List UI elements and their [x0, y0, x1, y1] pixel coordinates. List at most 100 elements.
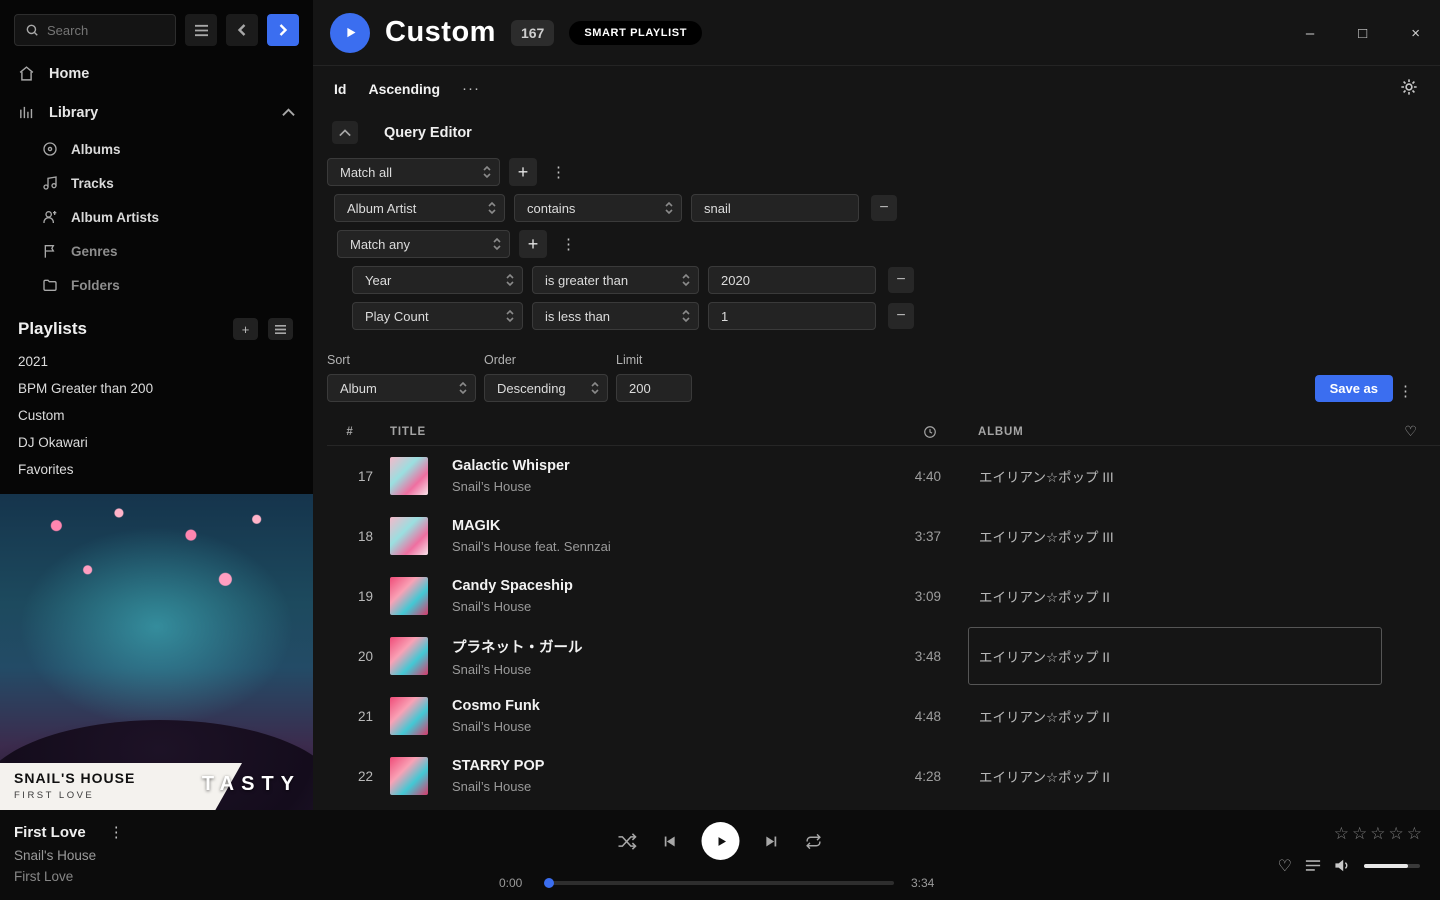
seek-bar[interactable] — [546, 881, 894, 885]
match-all-select[interactable]: Match all — [327, 158, 500, 186]
albums-icon — [42, 141, 58, 157]
next-track-button[interactable] — [764, 833, 781, 850]
playlist-list-button[interactable] — [268, 318, 293, 340]
play-icon — [713, 834, 728, 849]
limit-input[interactable] — [616, 374, 692, 402]
sidebar-item-folders[interactable]: Folders — [0, 268, 313, 302]
now-playing-menu-button[interactable]: ⋮ — [104, 823, 129, 841]
window-controls: – □ × — [1300, 0, 1426, 66]
column-favorite[interactable]: ♡ — [1382, 424, 1440, 440]
sidebar-item-genres[interactable]: Genres — [0, 234, 313, 268]
play-playlist-button[interactable] — [330, 13, 370, 53]
rating-stars[interactable]: ☆☆☆☆☆ — [1334, 824, 1425, 844]
sort-select[interactable]: Album — [327, 374, 476, 402]
sidebar-item-albums[interactable]: Albums — [0, 132, 313, 166]
track-album[interactable]: エイリアン☆ポップ III — [968, 507, 1382, 565]
sidebar-item-library[interactable]: Library — [0, 93, 313, 132]
playlist-item-custom[interactable]: Custom — [0, 402, 313, 429]
settings-gear-icon[interactable] — [1400, 78, 1418, 96]
rule-operator-select[interactable]: contains — [514, 194, 682, 222]
track-album-focused[interactable]: エイリアン☆ポップ II — [968, 627, 1382, 685]
track-row[interactable]: 21 Cosmo Funk Snail’s House 4:48 エイリアン☆ポ… — [327, 686, 1440, 746]
track-artist: Snail’s House — [452, 719, 855, 734]
track-artist: Snail’s House — [452, 599, 855, 614]
volume-slider[interactable] — [1364, 864, 1420, 868]
minimize-button[interactable]: – — [1300, 21, 1320, 46]
now-playing-info: First Love ⋮ Snail's House First Love — [14, 823, 129, 884]
rule-field-select[interactable]: Album Artist — [334, 194, 505, 222]
column-title[interactable]: TITLE — [390, 426, 855, 438]
track-row[interactable]: 17 Galactic Whisper Snail’s House 4:40 エ… — [327, 446, 1440, 506]
sort-field-button[interactable]: Id — [334, 81, 346, 97]
track-album[interactable]: エイリアン☆ポップ II — [968, 567, 1382, 625]
add-rule-button[interactable]: + — [509, 158, 537, 186]
track-row[interactable]: 20 プラネット・ガール Snail’s House 3:48 エイリアン☆ポッ… — [327, 626, 1440, 686]
volume-icon[interactable] — [1334, 858, 1351, 873]
track-row[interactable]: 19 Candy Spaceship Snail’s House 3:09 エイ… — [327, 566, 1440, 626]
add-playlist-button[interactable]: + — [233, 318, 258, 340]
playlist-item-dj-okawari[interactable]: DJ Okawari — [0, 429, 313, 456]
now-playing-artwork[interactable]: SNAIL'S HOUSE FIRST LOVE TASTY — [0, 494, 313, 810]
updown-icon — [681, 309, 691, 323]
playlists-title: Playlists — [18, 319, 223, 339]
save-menu-button[interactable]: ⋮ — [1393, 382, 1418, 400]
match-any-select[interactable]: Match any — [337, 230, 510, 258]
more-options-button[interactable]: ··· — [462, 80, 480, 97]
rule-operator-select[interactable]: is less than — [532, 302, 699, 330]
rule-value-input[interactable] — [708, 302, 876, 330]
playlist-item-bpm[interactable]: BPM Greater than 200 — [0, 375, 313, 402]
maximize-button[interactable]: □ — [1352, 21, 1373, 46]
nav-back-button[interactable] — [226, 14, 258, 46]
rule-operator-select[interactable]: is greater than — [532, 266, 699, 294]
add-rule-button[interactable]: + — [519, 230, 547, 258]
track-row[interactable]: 22 STARRY POP Snail’s House 4:28 エイリアン☆ポ… — [327, 746, 1440, 806]
track-album[interactable]: エイリアン☆ポップ II — [968, 747, 1382, 805]
rule-value-input[interactable] — [708, 266, 876, 294]
library-icon — [18, 104, 35, 121]
search-input[interactable] — [47, 23, 165, 38]
order-select[interactable]: Descending — [484, 374, 608, 402]
playlist-item-favorites[interactable]: Favorites — [0, 456, 313, 483]
previous-track-button[interactable] — [661, 833, 678, 850]
sort-direction-button[interactable]: Ascending — [368, 81, 440, 97]
rule-value-input[interactable] — [691, 194, 859, 222]
sidebar-item-tracks[interactable]: Tracks — [0, 166, 313, 200]
sidebar-item-album-artists[interactable]: Album Artists — [0, 200, 313, 234]
nav-forward-button[interactable] — [267, 14, 299, 46]
skip-back-icon — [661, 833, 678, 850]
playlist-item-2021[interactable]: 2021 — [0, 348, 313, 375]
play-pause-button[interactable] — [702, 822, 740, 860]
remove-rule-button[interactable]: − — [888, 267, 914, 293]
group-menu-button[interactable]: ⋮ — [556, 235, 581, 253]
group-menu-button[interactable]: ⋮ — [546, 163, 571, 181]
track-album[interactable]: エイリアン☆ポップ III — [968, 447, 1382, 505]
seek-handle[interactable] — [544, 878, 554, 888]
column-duration[interactable] — [855, 425, 945, 439]
queue-icon[interactable] — [1305, 859, 1321, 872]
column-album[interactable]: ALBUM — [968, 426, 1382, 438]
clock-icon — [923, 425, 937, 439]
save-as-button[interactable]: Save as — [1315, 375, 1393, 402]
rule-field-select[interactable]: Play Count — [352, 302, 523, 330]
track-row[interactable]: 18 MAGIK Snail’s House feat. Sennzai 3:3… — [327, 506, 1440, 566]
search-box[interactable] — [14, 14, 176, 46]
rule-field-select[interactable]: Year — [352, 266, 523, 294]
track-album[interactable]: エイリアン☆ポップ II — [968, 687, 1382, 745]
repeat-button[interactable] — [805, 833, 823, 850]
folder-icon — [42, 277, 58, 293]
menu-button[interactable] — [185, 14, 217, 46]
play-icon — [343, 25, 358, 40]
track-artist: Snail’s House — [452, 779, 855, 794]
favorite-heart-icon[interactable]: ♡ — [1278, 856, 1292, 875]
remove-rule-button[interactable]: − — [888, 303, 914, 329]
remove-rule-button[interactable]: − — [871, 195, 897, 221]
sidebar-item-home[interactable]: Home — [0, 54, 313, 93]
close-button[interactable]: × — [1405, 21, 1426, 46]
sort-label: Sort — [327, 353, 476, 367]
chevron-up-icon[interactable] — [282, 108, 295, 117]
updown-icon — [505, 309, 515, 323]
collapse-query-editor-button[interactable] — [332, 121, 358, 144]
shuffle-button[interactable] — [618, 833, 637, 850]
track-table: # TITLE ALBUM ♡ 17 Galactic Whisper — [327, 418, 1440, 806]
column-number[interactable]: # — [327, 426, 373, 438]
